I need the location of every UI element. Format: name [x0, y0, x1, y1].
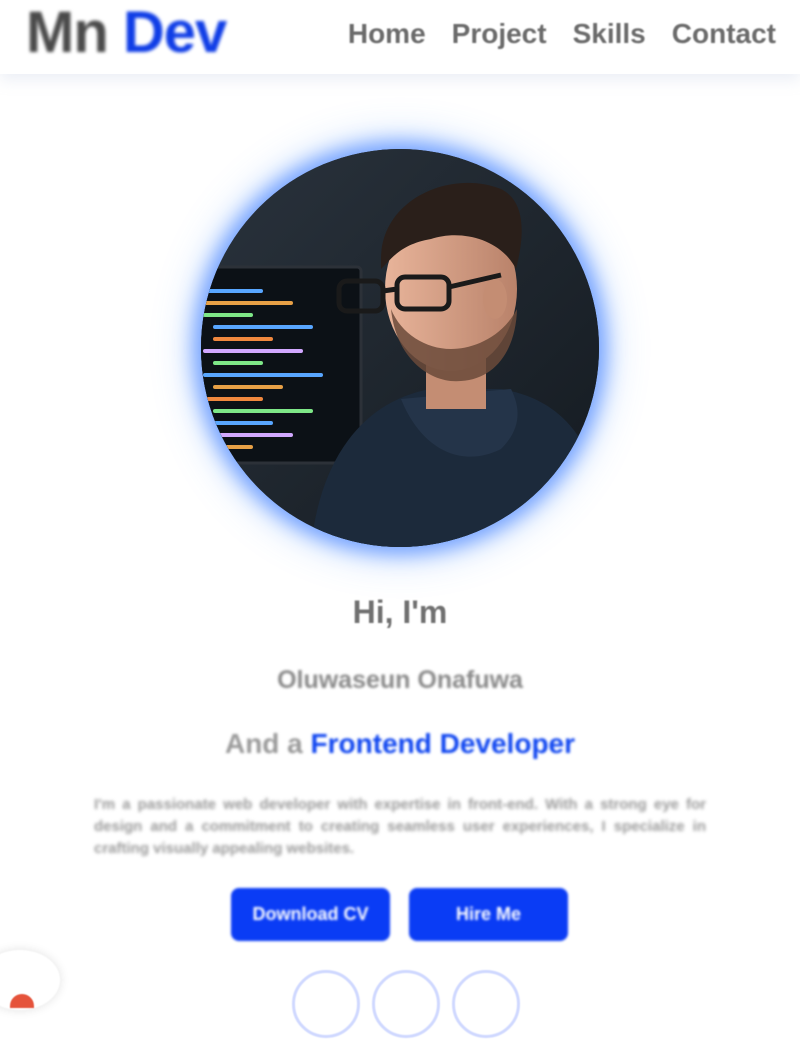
role-line: And a Frontend Developer: [0, 728, 800, 760]
main-nav: Home Project Skills Contact: [348, 14, 776, 54]
site-logo[interactable]: Mn Dev: [26, 0, 227, 65]
social-link-3[interactable]: [452, 970, 520, 1038]
cta-buttons: Download CV Hire Me: [231, 888, 568, 941]
logo-text-dev: Dev: [122, 0, 227, 65]
hero-section: Hi, I'm Oluwaseun Onafuwa And a Frontend…: [0, 74, 800, 1044]
logo-text-mn: Mn: [26, 0, 109, 65]
role-prefix: And a: [224, 728, 303, 759]
developer-name: Oluwaseun Onafuwa: [277, 666, 523, 694]
greeting-heading: Hi, I'm: [352, 594, 448, 630]
profile-photo-illustration: [201, 149, 599, 547]
nav-contact-link[interactable]: Contact: [672, 14, 776, 54]
bio-paragraph: I'm a passionate web developer with expe…: [94, 796, 706, 857]
nav-project-link[interactable]: Project: [452, 14, 547, 54]
hire-me-button[interactable]: Hire Me: [409, 888, 568, 941]
social-links: [292, 970, 520, 1038]
site-header: Mn Dev Home Project Skills Contact: [0, 0, 800, 74]
nav-home-link[interactable]: Home: [348, 14, 426, 54]
social-link-1[interactable]: [292, 970, 360, 1038]
role-title: Frontend Developer: [310, 728, 576, 759]
download-cv-button[interactable]: Download CV: [231, 888, 390, 941]
profile-photo: [201, 149, 599, 547]
social-link-2[interactable]: [372, 970, 440, 1038]
nav-skills-link[interactable]: Skills: [573, 14, 646, 54]
